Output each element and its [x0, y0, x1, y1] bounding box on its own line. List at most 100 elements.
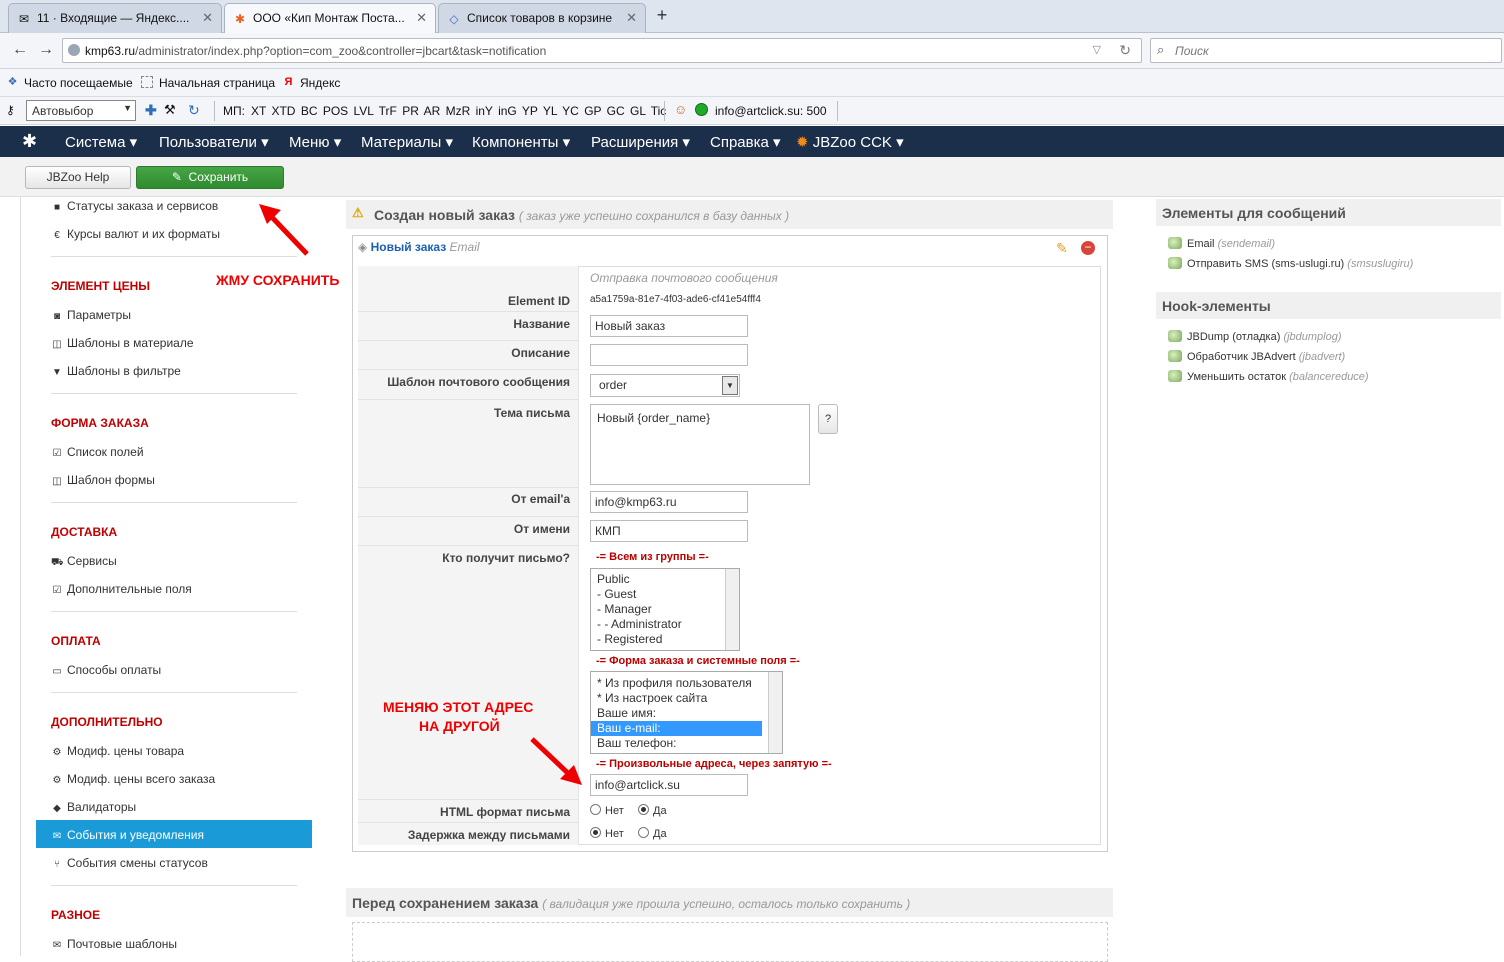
chevron-down-icon[interactable]: ▼	[722, 376, 738, 395]
menu-extensions[interactable]: Расширения ▾	[591, 133, 690, 151]
annotation-change-line2: НА ДРУГОЙ	[419, 718, 500, 734]
html-radio-no[interactable]: Нет	[590, 804, 624, 817]
filter-icon: ▼	[52, 367, 62, 378]
dropdown-arrow-icon[interactable]: ▽	[1093, 43, 1101, 56]
name-input[interactable]: Новый заказ	[590, 315, 748, 337]
list-item[interactable]: - Guest	[591, 587, 739, 602]
list-item-selected[interactable]: Ваш e-mail:	[591, 721, 762, 736]
search-input[interactable]: ⌕ Поиск	[1150, 38, 1502, 63]
sidebar-item-order-price-mod[interactable]: ⚙ Модиф. цены всего заказа	[51, 772, 216, 786]
list-item[interactable]: - Manager	[591, 602, 739, 617]
from-email-input[interactable]: info@kmp63.ru	[590, 491, 748, 513]
sidebar-item-validators[interactable]: ◆ Валидаторы	[51, 800, 136, 814]
mp-items[interactable]: XT XTD BC POS LVL TrF PR AR MzR inY inG …	[251, 104, 666, 118]
tab-inbox[interactable]: ✉ 11 · Входящие — Яндекс.... ✕	[8, 3, 222, 33]
description-input[interactable]	[590, 344, 748, 366]
order-fields-heading: -= Форма заказа и системные поля =-	[596, 655, 800, 667]
chevron-down-icon: ▼	[123, 103, 132, 113]
sidebar-item-currency[interactable]: € Курсы валют и их форматы	[51, 227, 220, 241]
menu-users[interactable]: Пользователи ▾	[159, 133, 269, 151]
sidebar-item-params[interactable]: ◙ Параметры	[51, 308, 131, 322]
message-element-sms[interactable]: Отправить SMS (sms-uslugi.ru) (smsuslugi…	[1168, 257, 1413, 270]
list-item[interactable]: - Registered	[591, 632, 739, 647]
bookmark-home[interactable]: Начальная страница	[141, 76, 275, 90]
html-radio-yes[interactable]: Да	[638, 804, 667, 817]
key-icon[interactable]: ⚷	[6, 103, 15, 117]
groups-listbox[interactable]: Public - Guest - Manager - - Administrat…	[590, 568, 740, 651]
sidebar-item-item-price-mod[interactable]: ⚙ Модиф. цены товара	[51, 744, 185, 758]
tab-cart[interactable]: ◇ Список товаров в корзине ✕	[438, 3, 646, 33]
element-icon	[1168, 350, 1182, 362]
sidebar-item-payment-methods[interactable]: ▭ Способы оплаты	[51, 663, 161, 677]
sidebar-item-status-events[interactable]: ⑂ События смены статусов	[51, 856, 208, 870]
list-item[interactable]: * Из настроек сайта	[591, 691, 782, 706]
menu-menus[interactable]: Меню ▾	[289, 133, 341, 151]
sidebar-item-mail-templates[interactable]: ✉ Почтовые шаблоны	[51, 937, 177, 951]
delay-radio-yes[interactable]: Да	[638, 827, 667, 840]
subject-textarea[interactable]: Новый {order_name}	[590, 404, 810, 485]
order-fields-listbox[interactable]: * Из профиля пользователя * Из настроек …	[590, 671, 783, 754]
from-name-input[interactable]: КМП	[590, 520, 748, 542]
scrollbar[interactable]	[725, 569, 739, 650]
back-arrow-icon[interactable]: ←	[8, 39, 32, 63]
sidebar-item-field-list[interactable]: ☑ Список полей	[51, 445, 144, 459]
close-icon[interactable]: ✕	[626, 10, 637, 26]
tools-icon[interactable]: ⚒	[164, 102, 176, 118]
list-item[interactable]: Ваш телефон:	[591, 736, 782, 751]
sidebar-item-extra-fields[interactable]: ☑ Дополнительные поля	[51, 582, 192, 596]
menu-help[interactable]: Справка ▾	[710, 133, 781, 151]
plus-icon[interactable]: ✚	[145, 102, 157, 119]
custom-addresses-heading: -= Произвольные адреса, через запятую =-	[596, 758, 832, 770]
close-icon[interactable]: ✕	[202, 10, 213, 26]
radio-icon	[638, 827, 649, 838]
annotation-arrow-save	[259, 204, 309, 256]
address-bar[interactable]: kmp63.ru/administrator/index.php?option=…	[62, 38, 1142, 63]
hook-element-jbadvert[interactable]: Обработчик JBAdvert (jbadvert)	[1168, 350, 1345, 363]
menu-jbzoo[interactable]: ✹ JBZoo CCK ▾	[796, 133, 904, 151]
bookmark-frequent[interactable]: ❖ Часто посещаемые	[6, 76, 133, 90]
close-icon[interactable]: ✕	[416, 10, 427, 26]
remove-icon[interactable]: −	[1081, 241, 1095, 255]
account-label[interactable]: info@artclick.su: 500	[715, 104, 827, 118]
bookmark-yandex[interactable]: Я Яндекс	[282, 76, 341, 90]
delay-radio-no[interactable]: Нет	[590, 827, 624, 840]
sidebar-divider	[51, 611, 297, 612]
save-button[interactable]: ✎ Сохранить	[136, 166, 284, 189]
new-tab-button[interactable]: +	[650, 4, 674, 28]
sidebar-item-form-template[interactable]: ◫ Шаблон формы	[51, 473, 155, 487]
menu-system[interactable]: Система ▾	[65, 133, 137, 151]
joomla-logo-icon[interactable]: ✱	[22, 131, 37, 152]
warning-icon: ⚠	[352, 205, 364, 220]
drop-zone[interactable]	[352, 922, 1108, 962]
sidebar-item-order-statuses[interactable]: ■ Статусы заказа и сервисов	[51, 199, 218, 213]
bookmarks-bar: ❖ Часто посещаемые Начальная страница Я Ян…	[0, 69, 1504, 97]
reload-icon[interactable]: ↻	[1119, 42, 1131, 59]
element-title[interactable]: ◈ Новый заказ Email	[358, 240, 480, 254]
refresh-icon[interactable]: ↻	[188, 102, 200, 119]
list-item[interactable]: * Из профиля пользователя	[591, 676, 782, 691]
hook-element-balance[interactable]: Уменьшить остаток (balancereduce)	[1168, 370, 1369, 383]
list-item[interactable]: - - Administrator	[591, 617, 739, 632]
pencil-icon[interactable]: ✎	[1056, 240, 1068, 257]
message-element-email[interactable]: Email (sendemail)	[1168, 237, 1275, 250]
sidebar-item-services[interactable]: ⛟ Сервисы	[51, 554, 117, 570]
sidebar-heading-order-form: ФОРМА ЗАКАЗА	[51, 416, 149, 430]
jbzoo-help-button[interactable]: JBZoo Help	[25, 166, 131, 189]
truck-icon: ⛟	[51, 557, 64, 568]
list-item[interactable]: Ваше имя:	[591, 706, 782, 721]
scrollbar[interactable]	[768, 672, 782, 753]
menu-content[interactable]: Материалы ▾	[361, 133, 453, 151]
autoselect-dropdown[interactable]: Автовыбор ▼	[26, 100, 136, 121]
menu-components[interactable]: Компоненты ▾	[472, 133, 570, 151]
forward-arrow-icon[interactable]: →	[34, 39, 58, 63]
sidebar-item-filter-templates[interactable]: ▼ Шаблоны в фильтре	[51, 364, 181, 378]
list-item[interactable]: Public	[591, 572, 739, 587]
template-select[interactable]: order ▼	[590, 374, 740, 397]
help-button[interactable]: ?	[818, 404, 838, 434]
sidebar-item-events[interactable]: ✉ События и уведомления	[51, 828, 204, 842]
custom-addresses-input[interactable]: info@artclick.su	[590, 774, 748, 796]
sidebar-item-item-templates[interactable]: ◫ Шаблоны в материале	[51, 336, 193, 350]
tab-admin[interactable]: ✱ ООО «Кип Монтаж Поста... ✕	[224, 3, 436, 34]
hook-element-jbdump[interactable]: JBDump (отладка) (jbdumplog)	[1168, 330, 1342, 343]
annotation-change-line1: МЕНЯЮ ЭТОТ АДРЕС	[383, 699, 534, 715]
